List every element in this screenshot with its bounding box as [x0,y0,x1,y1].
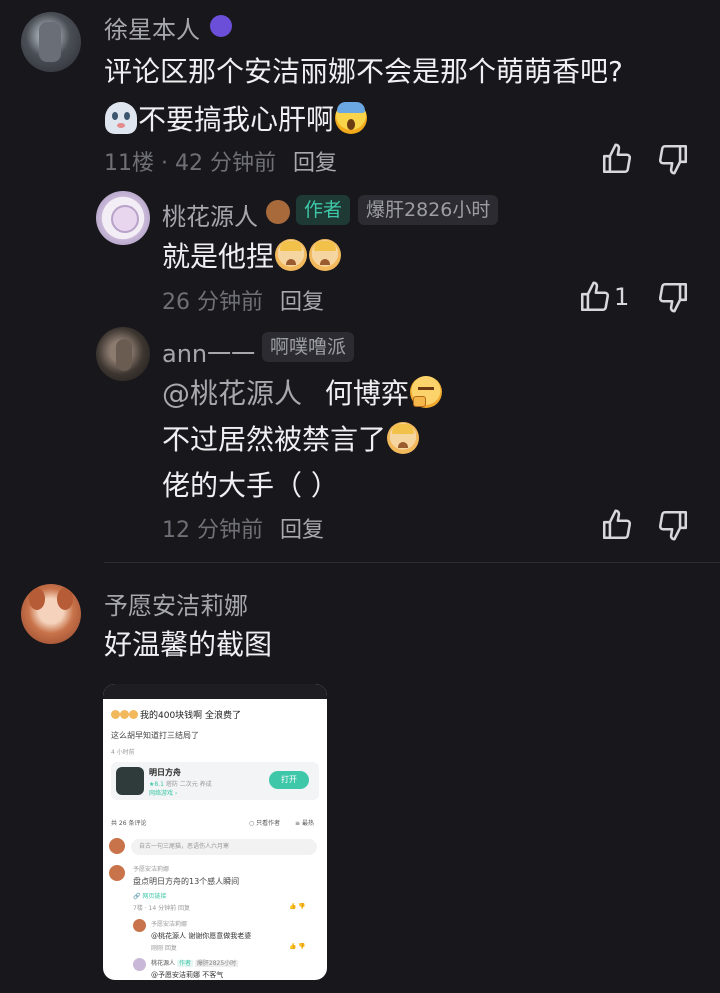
thumbs-down-icon[interactable] [656,280,690,314]
reply-meta: 12 分钟前 回复 [162,518,325,543]
reply-text: 就是他捏 [162,237,342,277]
shot-post-sub: 这么胡早知道打三结局了 [111,731,199,740]
comment-text-line2: 不要搞我心肝啊 [104,100,368,140]
author-badge: 作者 [296,195,351,225]
reply-meta: 26 分钟前 回复 [162,290,325,315]
shot-c2-meta: 刚刚 回复 [151,945,177,952]
shot-c3-user: 桃花源人 作者 爆肝2825小时 [151,960,239,967]
avatar-xuxing[interactable] [21,12,81,72]
comment-image[interactable]: 我的400块钱啊 全浪费了 这么胡早知道打三结局了 4 小时前 明日方舟 ★8.… [103,684,327,980]
comment-divider [104,562,720,563]
comment-meta: 11楼 · 42 分钟前 回复 [104,151,338,176]
thumbs-down-icon[interactable] [656,142,690,176]
crying-girl-emoji-icon [275,239,308,271]
shot-avatar [133,919,146,932]
shot-post-time: 4 小时前 [111,749,135,756]
like-count: 1 [614,283,630,311]
shot-c1-link: 🔗 网页链接 [133,893,167,900]
reply-username[interactable]: 桃花源人 [162,197,258,232]
scared-ghost-emoji-icon [105,102,137,134]
shot-c2-user: 予愿安洁莉娜 [151,921,188,928]
shot-c3-text: @予愿安洁莉娜 不客气 [151,971,224,979]
reply-text-line1: @桃花源人 何博弈 [162,374,443,414]
title-badge: 啊噗噜派 [262,332,355,362]
comment-username[interactable]: 予愿安洁莉娜 [104,586,248,621]
hours-badge: 爆肝2826小时 [358,195,499,225]
shocked-face-emoji-icon [335,102,368,134]
user-level-icon [210,15,232,37]
thumbs-up-icon[interactable] [578,280,612,314]
thumbs-up-icon[interactable] [600,142,634,176]
shot-c1-user: 予愿安洁莉娜 [133,866,170,873]
reply-button[interactable]: 回复 [293,151,337,176]
crying-girl-emoji-icon [309,239,342,271]
shot-avatar [109,838,125,854]
thumbs-down-icon[interactable] [656,508,690,542]
crying-girl-emoji-icon [387,422,420,454]
shot-like-icons: 👍 👎 [289,903,306,910]
comment-text: 好温馨的截图 [104,628,273,661]
mention-link[interactable]: @桃花源人 [162,377,302,410]
shot-post-title: 我的400块钱啊 全浪费了 [111,708,241,721]
screenshot-status-bar [103,684,327,699]
reply-username[interactable]: ann一一 [162,334,255,369]
thinking-face-emoji-icon [409,376,442,408]
comment-username[interactable]: 徐星本人 [104,10,200,45]
avatar-taohua[interactable] [96,191,150,245]
shot-input: 自古一句三尾猫，恶语伤人六月寒 [131,839,317,855]
shot-c2-text: @桃花源人 谢谢你愿意做我老婆 [151,932,252,940]
reply-text-line2: 不过居然被禁言了 [162,420,420,460]
shot-c1-text: 盘点明日方舟的13个感人瞬间 [133,877,240,886]
shot-comment-count: 共 26 条评论 [111,820,147,827]
comment-text-line1: 评论区那个安洁丽娜不会是那个萌萌香吧? [104,55,623,88]
shot-app-card: 明日方舟 ★8.1 塔防 二次元 养成 网络游戏 › 打开 [111,762,319,800]
reply-text-line3: 佬的大手（ ） [162,469,339,502]
user-avatar-badge-icon [266,200,290,224]
shot-sort: ≡ 最热 [295,820,314,827]
avatar-ann[interactable] [96,327,150,381]
thumbs-up-icon[interactable] [600,508,634,542]
shot-open-button: 打开 [269,771,309,789]
shot-avatar [133,958,146,971]
shot-c1-meta: 7楼 · 14 分钟前 回复 [133,905,190,912]
shot-avatar [109,865,125,881]
shot-like-icons: 👍 👎 [289,943,306,950]
reply-button[interactable]: 回复 [280,518,324,543]
avatar-angelina[interactable] [21,584,81,644]
shot-only-author: ○ 只看作者 [249,820,281,827]
reply-button[interactable]: 回复 [280,290,324,315]
